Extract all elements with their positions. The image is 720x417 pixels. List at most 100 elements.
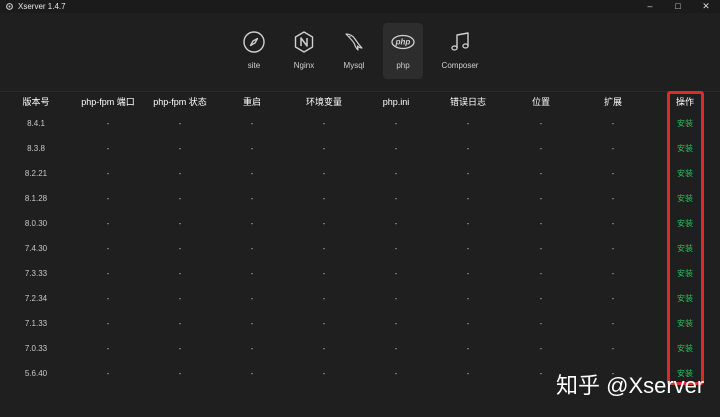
restart-cell: - [250,269,254,278]
env-cell: - [322,219,326,228]
action-column-highlight [667,91,704,385]
restart-cell: - [250,144,254,153]
minimize-button[interactable]: – [636,0,664,13]
location-cell: - [539,194,543,203]
version-cell: 7.1.33 [24,319,48,328]
table-row: 7.3.33 - - - - - - - - 安装 [0,267,720,292]
maximize-button[interactable]: □ [664,0,692,13]
location-cell: - [539,369,543,378]
fpm-status-cell: - [178,319,182,328]
extensions-cell: - [611,169,615,178]
location-cell: - [539,319,543,328]
fpm-status-cell: - [178,344,182,353]
version-cell: 5.6.40 [24,369,48,378]
fpm-port-cell: - [106,269,110,278]
toolbar-item-composer[interactable]: Composer [440,23,480,79]
toolbar-item-site[interactable]: site [234,23,274,79]
column-header-fpm-status: php-fpm 状态 [153,97,207,107]
fpm-port-cell: - [106,244,110,253]
location-cell: - [539,294,543,303]
column-header-version: 版本号 [22,97,50,107]
extensions-cell: - [611,319,615,328]
restart-cell: - [250,369,254,378]
location-cell: - [539,169,543,178]
env-cell: - [322,269,326,278]
version-cell: 7.4.30 [24,244,48,253]
column-header-location: 位置 [531,97,551,107]
toolbar-item-label: php [396,61,410,70]
toolbar-item-label: Composer [441,61,479,70]
fpm-status-cell: - [178,169,182,178]
error-log-cell: - [466,319,470,328]
env-cell: - [322,319,326,328]
column-header-extensions: 扩展 [603,97,623,107]
toolbar-item-nginx[interactable]: Nginx [284,23,324,79]
env-cell: - [322,294,326,303]
error-log-cell: - [466,169,470,178]
php-ini-cell: - [394,319,398,328]
fpm-status-cell: - [178,144,182,153]
table-row: 7.1.33 - - - - - - - - 安装 [0,317,720,342]
error-log-cell: - [466,269,470,278]
version-cell: 7.3.33 [24,269,48,278]
php-ini-cell: - [394,369,398,378]
table-row: 8.3.8 - - - - - - - - 安装 [0,142,720,167]
window-controls: – □ ✕ [636,0,720,13]
extensions-cell: - [611,269,615,278]
music-note-icon [451,32,469,51]
extensions-cell: - [611,144,615,153]
restart-cell: - [250,119,254,128]
fpm-port-cell: - [106,344,110,353]
column-header-restart: 重启 [242,97,262,107]
toolbar-item-php[interactable]: php php [383,23,423,79]
extensions-cell: - [611,344,615,353]
fpm-port-cell: - [106,144,110,153]
toolbar-item-label: Mysql [343,61,365,70]
php-ini-cell: - [394,119,398,128]
dolphin-icon [345,33,363,51]
error-log-cell: - [466,144,470,153]
fpm-port-cell: - [106,369,110,378]
env-cell: - [322,344,326,353]
fpm-status-cell: - [178,269,182,278]
fpm-port-cell: - [106,294,110,303]
version-cell: 8.1.28 [24,194,48,203]
table-header: 版本号 php-fpm 端口 php-fpm 状态 重启 环境变量 php.in… [0,94,720,110]
php-ini-cell: - [394,294,398,303]
restart-cell: - [250,219,254,228]
fpm-status-cell: - [178,119,182,128]
table-row: 8.2.21 - - - - - - - - 安装 [0,167,720,192]
table-row: 8.1.28 - - - - - - - - 安装 [0,192,720,217]
fpm-port-cell: - [106,219,110,228]
table-row: 7.2.34 - - - - - - - - 安装 [0,292,720,317]
fpm-status-cell: - [178,244,182,253]
fpm-status-cell: - [178,194,182,203]
svg-text:php: php [395,38,411,47]
toolbar-item-mysql[interactable]: Mysql [334,23,374,79]
extensions-cell: - [611,119,615,128]
php-logo-icon: php [391,34,415,50]
fpm-port-cell: - [106,169,110,178]
column-header-php-ini: php.ini [382,97,410,107]
close-button[interactable]: ✕ [692,0,720,13]
table-row: 7.4.30 - - - - - - - - 安装 [0,242,720,267]
extensions-cell: - [611,244,615,253]
location-cell: - [539,244,543,253]
error-log-cell: - [466,344,470,353]
location-cell: - [539,119,543,128]
error-log-cell: - [466,194,470,203]
error-log-cell: - [466,119,470,128]
php-ini-cell: - [394,219,398,228]
compass-icon [243,31,265,53]
version-cell: 8.4.1 [27,119,45,128]
error-log-cell: - [466,219,470,228]
fpm-port-cell: - [106,194,110,203]
watermark: 知乎 @Xserver [556,373,705,398]
version-cell: 7.0.33 [24,344,48,353]
php-ini-cell: - [394,144,398,153]
app-gear-icon [6,3,13,10]
toolbar-item-label: site [247,61,261,70]
env-cell: - [322,144,326,153]
fpm-port-cell: - [106,119,110,128]
env-cell: - [322,194,326,203]
